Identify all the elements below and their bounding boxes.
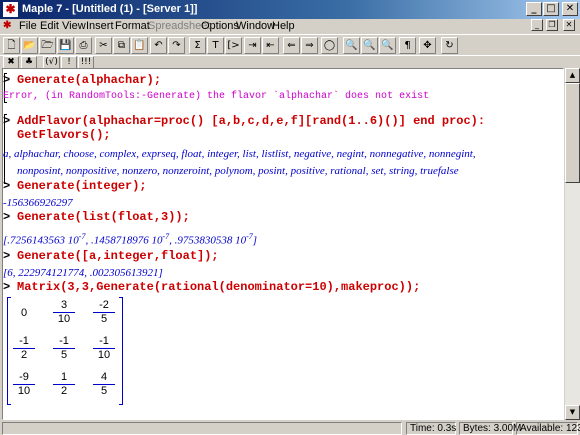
doc-minimize-button[interactable]: _ bbox=[531, 19, 543, 31]
worksheet[interactable]: > Generate(alphachar); Error, (in Random… bbox=[2, 68, 564, 420]
expand-icon[interactable]: ✥ bbox=[419, 37, 436, 54]
context-toolbar: ✖ ♣ (√)!!!! bbox=[0, 55, 580, 69]
paste-icon[interactable]: 📋 bbox=[131, 37, 148, 54]
window-title: Maple 7 - [Untitled (1) - [Server 1]] bbox=[22, 3, 198, 15]
undo-icon[interactable]: ↶ bbox=[150, 37, 167, 54]
output-matrix: 0 3 10 -2 5 -1 2 -1 5 -1 10 -9 10 1 2 4 5 bbox=[3, 297, 133, 407]
close-button[interactable]: ✕ bbox=[562, 2, 578, 16]
matrix-cell: -9 10 bbox=[9, 371, 39, 398]
open-icon[interactable]: 📂 bbox=[21, 37, 38, 54]
indent-icon[interactable]: ⇥ bbox=[244, 37, 261, 54]
menu-edit[interactable]: Edit bbox=[40, 19, 59, 33]
matrix-cell: -2 5 bbox=[89, 299, 119, 326]
text-icon[interactable]: T bbox=[207, 37, 224, 54]
new-icon[interactable]: 🗋 bbox=[3, 37, 20, 54]
insert-input-icon[interactable]: [> bbox=[225, 37, 242, 54]
matrix-cell: -1 5 bbox=[49, 335, 79, 362]
prompt: > bbox=[3, 280, 11, 294]
minimize-button[interactable]: _ bbox=[526, 2, 542, 16]
stop-icon[interactable]: ◯ bbox=[321, 37, 338, 54]
status-bar: Time: 0.3s Bytes: 3.00M Available: 123M bbox=[0, 421, 580, 435]
menu-window[interactable]: Window bbox=[236, 19, 275, 33]
menu-insert[interactable]: Insert bbox=[86, 19, 114, 33]
input-generate-mixed-list[interactable]: Generate([a,integer,float]); bbox=[17, 249, 219, 263]
menu-view[interactable]: View bbox=[62, 19, 86, 33]
redo-icon[interactable]: ↷ bbox=[168, 37, 185, 54]
menu-bar: ✱ File Edit View Insert Format Spreadshe… bbox=[0, 19, 580, 33]
doc-restore-button[interactable]: ❐ bbox=[546, 19, 558, 31]
save-icon[interactable]: 💾 bbox=[57, 37, 74, 54]
document-icon[interactable]: ✱ bbox=[3, 20, 15, 32]
input-addflavor[interactable]: AddFlavor(alphachar=proc() [a,b,c,d,e,f]… bbox=[17, 114, 485, 128]
outdent-icon[interactable]: ⇤ bbox=[262, 37, 279, 54]
zoom-100-icon[interactable]: 🔍 bbox=[343, 37, 360, 54]
input-generate-integer[interactable]: Generate(integer); bbox=[17, 179, 147, 193]
doc-close-button[interactable]: ✕ bbox=[563, 19, 575, 31]
prompt: > bbox=[3, 179, 11, 193]
title-bar: ✱ Maple 7 - [Untitled (1) - [Server 1]] … bbox=[0, 0, 580, 19]
error-message: Error, (in RandomTools:-Generate) the fl… bbox=[3, 91, 430, 102]
prompt: > bbox=[3, 114, 11, 128]
input-generate-list-float[interactable]: Generate(list(float,3)); bbox=[17, 210, 190, 224]
menu-help[interactable]: Help bbox=[272, 19, 295, 33]
status-message bbox=[2, 422, 402, 435]
menu-file[interactable]: File bbox=[19, 19, 37, 33]
input-generate-alphachar[interactable]: Generate(alphachar); bbox=[17, 73, 161, 87]
maple-input-icon[interactable]: Σ bbox=[189, 37, 206, 54]
menu-options[interactable]: Options bbox=[201, 19, 239, 33]
print-icon[interactable]: ⎙ bbox=[75, 37, 92, 54]
menu-format[interactable]: Format bbox=[115, 19, 150, 33]
output-mixed-list: [6, 222974121774, .002305613921] bbox=[3, 267, 163, 279]
output-flavors-line1: a, alphachar, choose, complex, exprseq, … bbox=[3, 148, 476, 160]
back-icon[interactable]: ⇐ bbox=[283, 37, 300, 54]
input-matrix[interactable]: Matrix(3,3,Generate(rational(denominator… bbox=[17, 280, 420, 294]
prompt: > bbox=[3, 73, 11, 87]
maximize-button[interactable]: □ bbox=[543, 2, 559, 16]
matrix-cell: 45 bbox=[89, 371, 119, 398]
status-available: Available: 123M bbox=[516, 422, 580, 435]
scroll-thumb[interactable] bbox=[565, 83, 580, 183]
scroll-up-button[interactable]: ▲ bbox=[565, 68, 580, 83]
copy-icon[interactable]: ⧉ bbox=[113, 37, 130, 54]
output-flavors-line2: nonposint, nonpositive, nonzero, nonzero… bbox=[17, 165, 459, 177]
open-url-icon[interactable]: 🗁 bbox=[39, 37, 56, 54]
input-getflavors[interactable]: GetFlavors(); bbox=[17, 128, 111, 142]
matrix-right-bracket bbox=[119, 297, 123, 405]
output-integer: -156366926297 bbox=[3, 197, 73, 209]
prompt: > bbox=[3, 249, 11, 263]
matrix-cell: 0 bbox=[20, 307, 28, 319]
show-invisible-icon[interactable]: ¶ bbox=[399, 37, 416, 54]
matrix-cell: -1 10 bbox=[89, 335, 119, 362]
matrix-cell: 3 10 bbox=[49, 299, 79, 326]
output-float-list: [.7256143563 10-7, .1458718976 10-7, .97… bbox=[3, 232, 258, 247]
maple-app-icon[interactable]: ✱ bbox=[3, 2, 18, 17]
zoom-150-icon[interactable]: 🔍 bbox=[361, 37, 378, 54]
vertical-scrollbar[interactable]: ▲ ▼ bbox=[565, 68, 580, 420]
scroll-down-button[interactable]: ▼ bbox=[565, 405, 580, 420]
status-bytes: Bytes: 3.00M bbox=[459, 422, 521, 435]
zoom-200-icon[interactable]: 🔍 bbox=[379, 37, 396, 54]
matrix-cell: -1 2 bbox=[9, 335, 39, 362]
forward-icon[interactable]: ⇒ bbox=[301, 37, 318, 54]
prompt: > bbox=[3, 210, 11, 224]
matrix-cell: 12 bbox=[49, 371, 79, 398]
status-time: Time: 0.3s bbox=[406, 422, 456, 435]
restart-icon[interactable]: ↻ bbox=[441, 37, 458, 54]
main-toolbar: 🗋 📂 🗁 💾 ⎙ ✂ ⧉ 📋 ↶ ↷ Σ T [> ⇥ ⇤ ⇐ ⇒ ◯ 🔍 🔍 🔍 ¶ ✥ ↻ bbox=[0, 34, 580, 55]
cut-icon[interactable]: ✂ bbox=[95, 37, 112, 54]
